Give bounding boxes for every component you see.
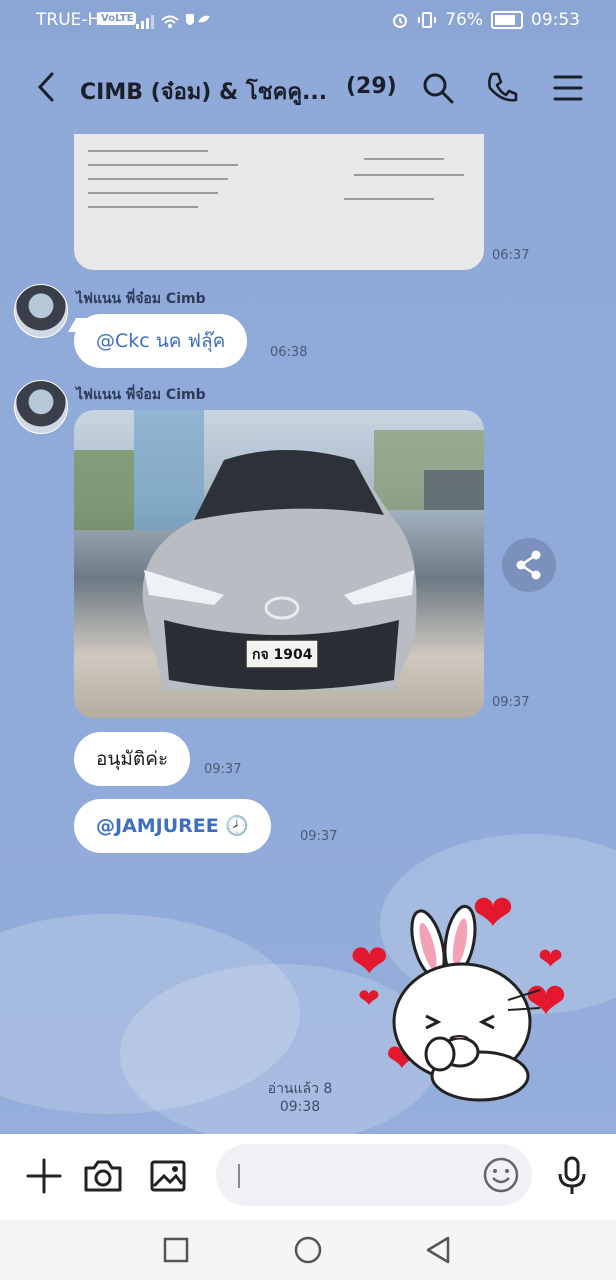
text-caret xyxy=(238,1164,240,1188)
emoji-icon[interactable] xyxy=(482,1156,520,1194)
document-image[interactable] xyxy=(74,134,484,270)
phone-icon[interactable] xyxy=(482,68,522,108)
mention-text[interactable]: @Ckc นค ฟลุ๊ค xyxy=(96,330,225,352)
chat-header: CIMB (จ๋อม) & โชคคู... (29) xyxy=(0,40,616,134)
battery-percent: 76% xyxy=(445,10,483,30)
mention-text[interactable]: @JAMJUREE 🕗 xyxy=(96,815,249,837)
recents-square-icon[interactable] xyxy=(162,1236,190,1264)
back-arrow-icon[interactable] xyxy=(32,70,62,104)
plus-icon[interactable] xyxy=(24,1156,64,1196)
sender-name: ไฟแนน พี่จ๋อม Cimb xyxy=(76,387,206,403)
status-right: 76% 09:53 xyxy=(391,10,580,30)
sticker-bunny-hearts[interactable]: ❤ ❤ ❤ ❤ ❤ ❤ xyxy=(350,884,590,1114)
status-bar: TRUE-H VoLTE 76% 09:53 xyxy=(0,0,616,40)
microphone-icon[interactable] xyxy=(554,1154,590,1198)
message-time: 09:37 xyxy=(492,695,530,710)
clock: 09:53 xyxy=(531,10,580,30)
message-bubble[interactable]: @Ckc นค ฟลุ๊ค xyxy=(74,314,248,368)
avatar[interactable] xyxy=(14,284,68,338)
share-button[interactable] xyxy=(502,538,556,592)
read-time: 09:38 xyxy=(279,1099,321,1115)
license-plate-text: กจ 1904 xyxy=(252,647,313,663)
heart-icon: ❤ xyxy=(350,934,389,988)
avatar[interactable] xyxy=(14,380,68,434)
signal-icon xyxy=(136,13,210,29)
battery-icon xyxy=(491,11,523,29)
car-photo[interactable]: กจ 1904 xyxy=(74,410,484,718)
menu-icon[interactable] xyxy=(548,68,588,108)
member-count[interactable]: (29) xyxy=(346,74,397,99)
message-bubble[interactable]: อนุมัติค่ะ xyxy=(74,732,191,786)
camera-icon[interactable] xyxy=(82,1156,124,1196)
alarm-icon xyxy=(393,14,408,28)
message-time: 09:37 xyxy=(300,829,338,844)
message-time: 06:37 xyxy=(492,248,530,263)
chat-title[interactable]: CIMB (จ๋อม) & โชคคู... xyxy=(80,74,327,109)
read-label: อ่านแล้ว 8 xyxy=(267,1081,333,1097)
signal-wifi-icons xyxy=(136,10,210,30)
system-nav-bar xyxy=(0,1220,616,1280)
carrier-name: TRUE-H xyxy=(36,10,101,30)
search-icon[interactable] xyxy=(418,68,458,108)
message-time: 09:37 xyxy=(204,762,242,777)
share-icon xyxy=(516,550,541,580)
input-bar xyxy=(0,1134,616,1220)
volte-badge: VoLTE xyxy=(98,12,137,25)
heart-icon: ❤ xyxy=(358,984,380,1014)
read-receipt: อ่านแล้ว 8 09:38 xyxy=(240,1080,360,1116)
message-text: อนุมัติค่ะ xyxy=(96,748,169,770)
vibrate-icon xyxy=(418,12,437,28)
bunny-icon xyxy=(392,904,541,1102)
back-triangle-icon[interactable] xyxy=(424,1235,452,1265)
chat-area[interactable]: 06:37 ไฟแนน พี่จ๋อม Cimb @Ckc นค ฟลุ๊ค 0… xyxy=(0,134,616,1134)
message-bubble[interactable]: @JAMJUREE 🕗 xyxy=(74,799,272,853)
image-icon[interactable] xyxy=(148,1156,188,1196)
message-time: 06:38 xyxy=(270,345,308,360)
home-circle-icon[interactable] xyxy=(293,1235,323,1265)
sender-name: ไฟแนน พี่จ๋อม Cimb xyxy=(76,291,206,307)
